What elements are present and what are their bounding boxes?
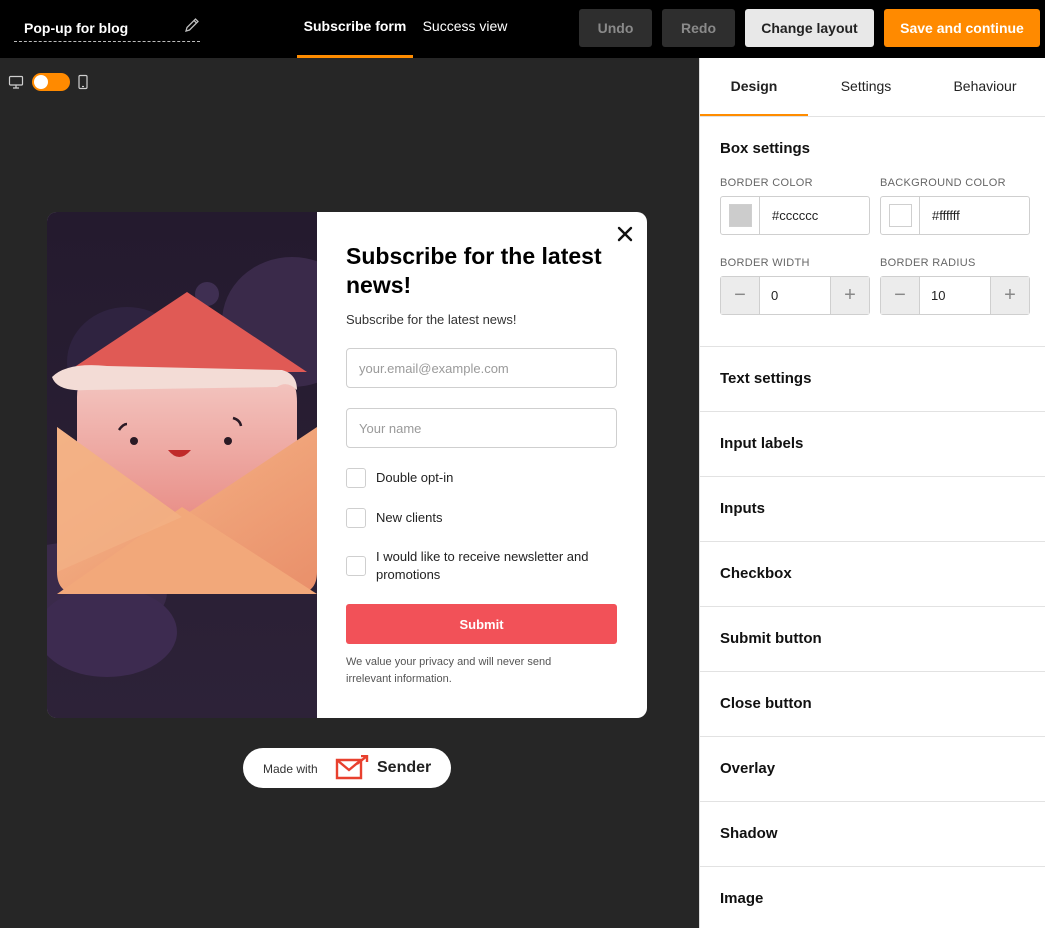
- section-label: Close button: [720, 695, 812, 712]
- border-radius-label: BORDER RADIUS: [880, 257, 976, 269]
- plus-icon[interactable]: +: [990, 277, 1029, 314]
- border-color-swatch[interactable]: [729, 204, 752, 227]
- subscribe-form: Subscribe for the latest news! Subscribe…: [317, 212, 647, 718]
- made-with-sender-badge[interactable]: Made with Sender: [243, 748, 451, 788]
- background-color-swatch[interactable]: [889, 204, 912, 227]
- section-label: Checkbox: [720, 565, 792, 582]
- border-color-value[interactable]: #cccccc: [772, 208, 818, 223]
- section-overlay[interactable]: Overlay: [700, 736, 1045, 801]
- background-color-field[interactable]: #ffffff: [880, 196, 1030, 235]
- mobile-icon[interactable]: [75, 74, 91, 90]
- design-panel: Design Settings Behaviour Box settings B…: [699, 58, 1045, 928]
- checkbox-double-opt-in[interactable]: Double opt-in: [346, 468, 617, 490]
- popup-preview: Subscribe for the latest news! Subscribe…: [47, 212, 647, 718]
- tab-behaviour[interactable]: Behaviour: [924, 58, 1045, 117]
- checkbox[interactable]: [346, 556, 366, 576]
- submit-button[interactable]: Submit: [346, 604, 617, 644]
- tabs-divider: [700, 116, 1045, 117]
- popup-title: Subscribe for the latest news!: [346, 243, 602, 298]
- sender-logo-icon: [335, 755, 369, 780]
- section-image[interactable]: Image: [700, 866, 1045, 928]
- close-icon[interactable]: [615, 224, 635, 244]
- save-and-continue-button[interactable]: Save and continue: [884, 9, 1040, 47]
- popup-subtitle: Subscribe for the latest news!: [346, 312, 517, 327]
- pencil-icon[interactable]: [184, 17, 200, 33]
- minus-icon[interactable]: −: [721, 277, 760, 314]
- section-shadow[interactable]: Shadow: [700, 801, 1045, 866]
- section-label: Input labels: [720, 435, 804, 452]
- checkbox-label: New clients: [376, 510, 443, 525]
- section-label: Inputs: [720, 500, 765, 517]
- name-input[interactable]: [346, 408, 617, 448]
- border-color-label: BORDER COLOR: [720, 177, 813, 189]
- section-label: Text settings: [720, 370, 812, 387]
- border-width-stepper[interactable]: − 0 +: [720, 276, 870, 315]
- border-width-label: BORDER WIDTH: [720, 257, 810, 269]
- section-label: Overlay: [720, 760, 776, 777]
- border-color-field[interactable]: #cccccc: [720, 196, 870, 235]
- background-color-swatch-cell[interactable]: [881, 197, 920, 234]
- tab-settings[interactable]: Settings: [808, 58, 924, 117]
- box-settings-title: Box settings: [720, 140, 811, 157]
- section-submit-button[interactable]: Submit button: [700, 606, 1045, 671]
- minus-icon[interactable]: −: [881, 277, 920, 314]
- checkbox[interactable]: [346, 508, 366, 528]
- tab-subscribe-form[interactable]: Subscribe form: [297, 0, 413, 58]
- section-text-settings[interactable]: Text settings: [700, 346, 1045, 411]
- section-input-labels[interactable]: Input labels: [700, 411, 1045, 476]
- tab-success-view[interactable]: Success view: [413, 0, 517, 58]
- top-bar: Pop-up for blog Subscribe form Success v…: [0, 0, 1045, 58]
- checkbox-label: Double opt-in: [376, 470, 454, 485]
- border-radius-stepper[interactable]: − 10 +: [880, 276, 1030, 315]
- tab-design[interactable]: Design: [700, 58, 808, 117]
- redo-button[interactable]: Redo: [662, 9, 735, 47]
- preview-toggle[interactable]: [32, 73, 70, 91]
- email-input[interactable]: [346, 348, 617, 388]
- checkbox[interactable]: [346, 468, 366, 488]
- undo-button[interactable]: Undo: [579, 9, 652, 47]
- checkbox-new-clients[interactable]: New clients: [346, 508, 617, 530]
- made-with-text: Made with: [263, 762, 318, 776]
- section-label: Image: [720, 890, 764, 907]
- privacy-text: We value your privacy and will never sen…: [346, 656, 552, 685]
- envelope-illustration: [47, 212, 317, 718]
- border-color-swatch-cell[interactable]: [721, 197, 760, 234]
- checkbox-newsletter[interactable]: I would like to receive newsletter and p…: [346, 548, 617, 588]
- change-layout-button[interactable]: Change layout: [745, 9, 874, 47]
- border-width-value[interactable]: 0: [771, 288, 778, 303]
- section-label: Submit button: [720, 630, 822, 647]
- section-checkbox[interactable]: Checkbox: [700, 541, 1045, 606]
- background-color-value[interactable]: #ffffff: [932, 208, 960, 223]
- toggle-knob: [34, 75, 48, 89]
- background-color-label: BACKGROUND COLOR: [880, 177, 1006, 189]
- section-close-button[interactable]: Close button: [700, 671, 1045, 736]
- section-label: Shadow: [720, 825, 778, 842]
- plus-icon[interactable]: +: [830, 277, 869, 314]
- desktop-icon[interactable]: [8, 74, 24, 90]
- form-title-field[interactable]: Pop-up for blog: [14, 14, 200, 42]
- border-radius-value[interactable]: 10: [931, 288, 945, 303]
- sender-brand-text: Sender: [377, 759, 432, 776]
- section-inputs[interactable]: Inputs: [700, 476, 1045, 541]
- form-title-text: Pop-up for blog: [24, 20, 129, 36]
- checkbox-label: I would like to receive newsletter and p…: [376, 549, 589, 582]
